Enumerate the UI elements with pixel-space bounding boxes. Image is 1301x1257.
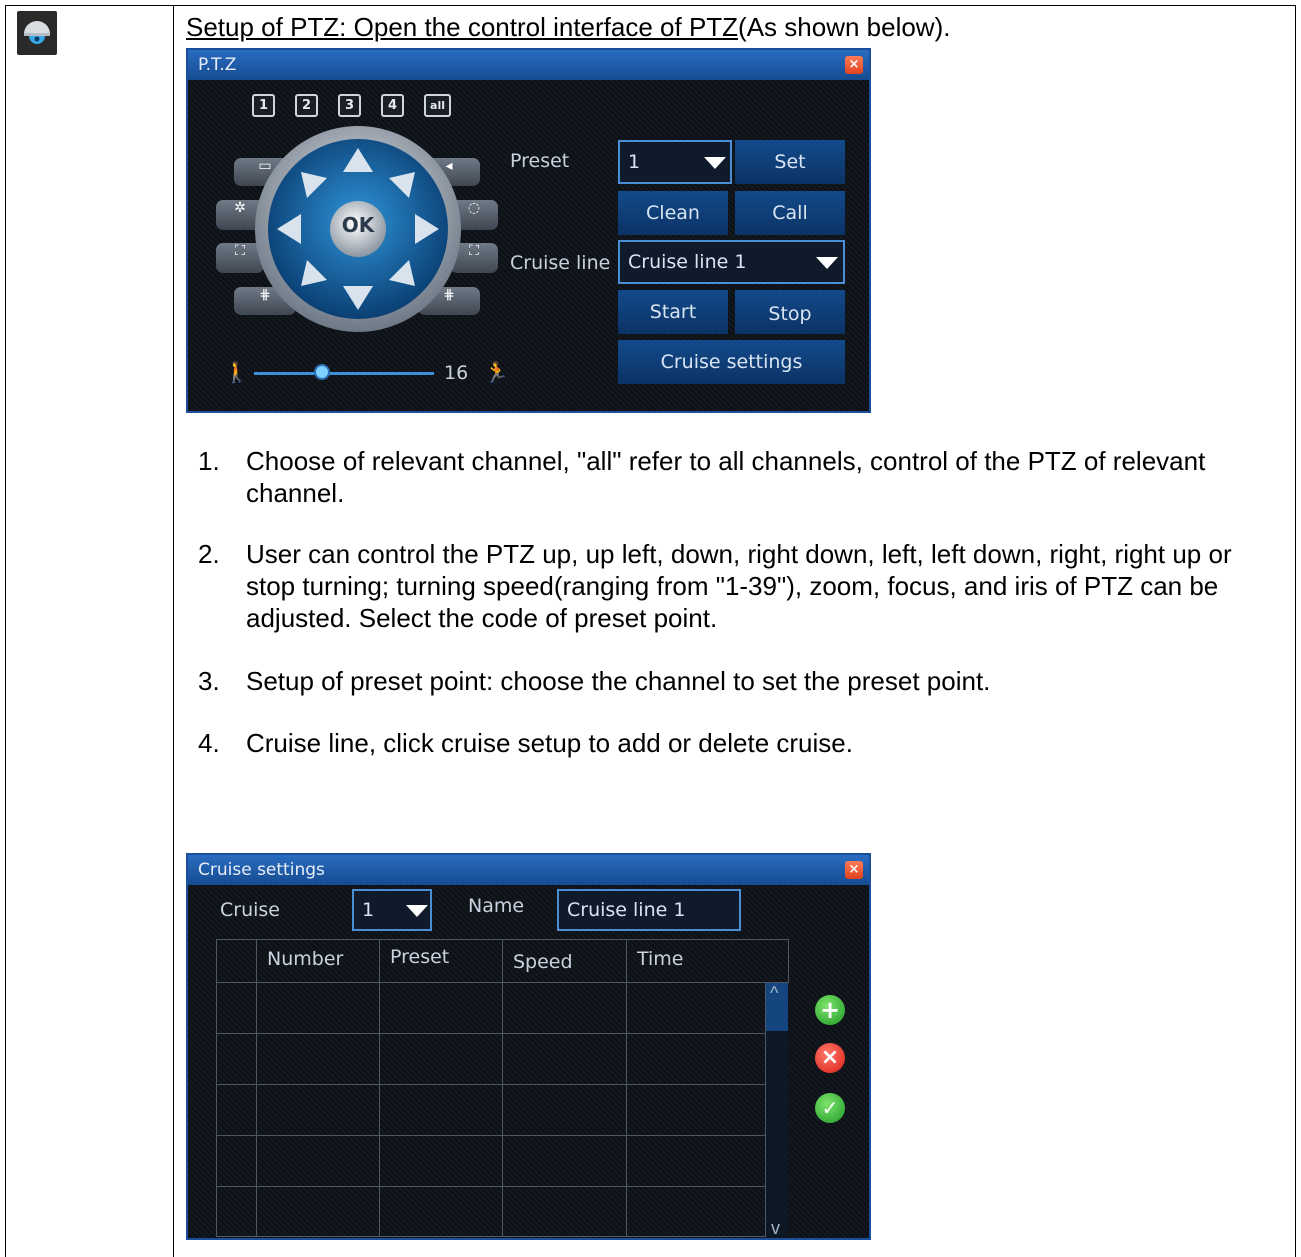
table-cell	[217, 983, 257, 1034]
intro-text: Setup of PTZ: Open the control interface…	[186, 11, 950, 43]
cruise-settings-dialog: Cruise settings × Cruise 1 Name Cruise l…	[186, 853, 871, 1240]
list-number: 4.	[198, 728, 220, 758]
list-text: Cruise line, click cruise setup to add o…	[246, 728, 853, 758]
cruise-settings-button[interactable]: Cruise settings	[618, 340, 845, 384]
table-cell	[503, 1085, 627, 1136]
name-label: Name	[468, 895, 525, 917]
stop-button[interactable]: Stop	[735, 290, 845, 334]
table-cell	[257, 983, 380, 1034]
table-cell	[257, 1034, 380, 1085]
walk-icon: 🚶	[224, 362, 249, 384]
table-cell	[380, 983, 503, 1034]
intro-suffix: (As shown below).	[738, 12, 951, 42]
table-cell	[627, 983, 766, 1034]
table-cell	[217, 1085, 257, 1136]
ok-button[interactable]: OK	[336, 213, 380, 237]
channel-4-button[interactable]: 4	[381, 94, 404, 117]
cruise-number-value: 1	[362, 899, 375, 921]
close-icon[interactable]: ×	[845, 56, 863, 74]
delete-icon[interactable]: ×	[815, 1043, 845, 1073]
name-input[interactable]: Cruise line 1	[557, 889, 741, 931]
set-button[interactable]: Set	[735, 140, 845, 184]
table-scrollbar[interactable]: ^ v	[766, 983, 788, 1239]
channel-1-button[interactable]: 1	[252, 94, 275, 117]
table-cell	[627, 1034, 766, 1085]
table-cell	[503, 1136, 627, 1187]
cruise-body: Cruise 1 Name Cruise line 1 Number Prese…	[188, 885, 869, 1238]
table-header-cell: Speed	[503, 940, 627, 983]
table-cell	[257, 1136, 380, 1187]
table-cell	[627, 1085, 766, 1136]
table-header-cell	[217, 940, 257, 983]
table-cell	[627, 1136, 766, 1187]
confirm-icon[interactable]: ✓	[815, 1093, 845, 1123]
clean-button[interactable]: Clean	[618, 191, 728, 235]
preset-label: Preset	[510, 150, 570, 172]
cruise-line-select[interactable]: Cruise line 1	[618, 240, 845, 284]
chevron-down-icon	[406, 905, 428, 917]
list-text: Choose of relevant channel, "all" refer …	[246, 446, 1206, 508]
run-icon: 🏃	[484, 362, 509, 384]
channel-3-button[interactable]: 3	[338, 94, 361, 117]
cruise-label: Cruise	[220, 899, 280, 921]
ptz-title: P.T.Z	[198, 55, 237, 75]
ptz-dialog: P.T.Z × 1 2 3 4 all ▭ ✲ ⛶ ⋕ ◂ ◌ ⛶ ⋕ OK 🚶…	[186, 48, 871, 413]
table-cell	[217, 1136, 257, 1187]
cruise-number-select[interactable]: 1	[352, 889, 432, 931]
cruise-line-label: Cruise line	[510, 252, 611, 274]
table-column-divider	[173, 5, 174, 1257]
table-cell	[217, 1034, 257, 1085]
scroll-up-icon[interactable]: ^	[770, 983, 778, 1004]
intro-prefix: Setup of PTZ: Open the control interface…	[186, 12, 739, 42]
scroll-down-icon[interactable]: v	[771, 1218, 780, 1239]
ptz-body: 1 2 3 4 all ▭ ✲ ⛶ ⋕ ◂ ◌ ⛶ ⋕ OK 🚶 16 🏃 Pr…	[188, 80, 869, 411]
list-text: Setup of preset point: choose the channe…	[246, 666, 991, 696]
table-cell	[380, 1034, 503, 1085]
start-button[interactable]: Start	[618, 290, 728, 334]
table-cell	[217, 1187, 257, 1237]
table-header-cell: Number	[257, 940, 380, 983]
table-cell	[257, 1085, 380, 1136]
table-border-top	[5, 5, 1295, 6]
ptz-dome-icon	[17, 11, 57, 55]
list-number: 2.	[198, 539, 220, 569]
preset-value: 1	[628, 151, 641, 173]
ptz-title-bar: P.T.Z ×	[188, 50, 869, 80]
channel-all-button[interactable]: all	[424, 94, 451, 117]
chevron-down-icon	[816, 257, 838, 269]
table-border-right	[1295, 5, 1296, 1257]
add-icon[interactable]: +	[815, 995, 845, 1025]
table-cell	[627, 1187, 766, 1237]
table-cell	[503, 983, 627, 1034]
close-icon[interactable]: ×	[845, 861, 863, 879]
cruise-title: Cruise settings	[198, 860, 325, 880]
list-number: 1.	[198, 446, 220, 476]
table-cell	[503, 1187, 627, 1237]
cruise-line-value: Cruise line 1	[628, 251, 747, 273]
channel-2-button[interactable]: 2	[295, 94, 318, 117]
chevron-down-icon	[704, 157, 726, 169]
table-cell	[380, 1085, 503, 1136]
table-header-cell: Preset	[380, 940, 503, 983]
list-number: 3.	[198, 666, 220, 696]
call-button[interactable]: Call	[735, 191, 845, 235]
speed-slider-handle[interactable]	[314, 364, 331, 380]
table-border-left	[5, 5, 6, 1257]
table-header-cell: Time	[627, 940, 789, 983]
name-value: Cruise line 1	[567, 899, 686, 921]
table-cell	[380, 1136, 503, 1187]
table-cell	[257, 1187, 380, 1237]
preset-select[interactable]: 1	[618, 140, 732, 184]
cruise-table: Number Preset Speed Time ^ v	[216, 939, 789, 1239]
table-cell	[503, 1034, 627, 1085]
table-cell	[380, 1187, 503, 1237]
cruise-title-bar: Cruise settings ×	[188, 855, 869, 885]
speed-value: 16	[444, 362, 469, 384]
list-text: User can control the PTZ up, up left, do…	[246, 539, 1232, 633]
speed-slider-track[interactable]	[254, 372, 434, 375]
